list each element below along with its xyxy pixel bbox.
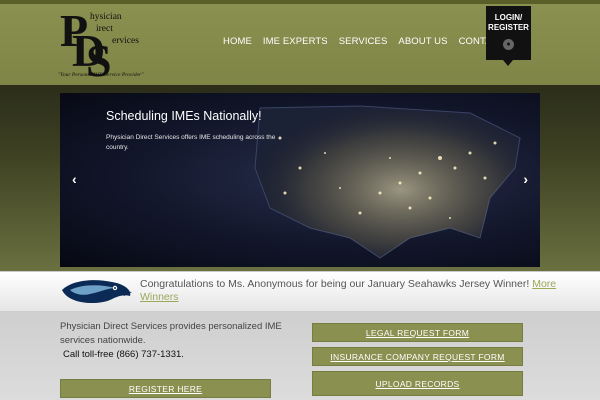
register-label: REGISTER xyxy=(488,23,529,32)
site-header: P D S hysician irect ervices "Your Perso… xyxy=(0,0,600,85)
slide-title: Scheduling IMEs Nationally! xyxy=(106,109,262,123)
logo-wordmark: hysician irect ervices xyxy=(90,11,139,47)
seahawks-logo-icon xyxy=(62,280,132,303)
nav-services[interactable]: SERVICES xyxy=(339,36,388,47)
congrats-bar: Congratulations to Ms. Anonymous for bei… xyxy=(0,271,600,311)
intro-text-block: Physician Direct Services provides perso… xyxy=(60,320,290,362)
register-here-button[interactable]: REGISTER HERE xyxy=(60,379,271,398)
slide-caption: Scheduling IMEs Nationally! Physician Di… xyxy=(106,108,296,153)
logo-word-direct: irect xyxy=(96,24,113,34)
congrats-message: Congratulations to Ms. Anonymous for bei… xyxy=(140,278,560,304)
logo-word-services: ervices xyxy=(112,36,139,46)
site-logo[interactable]: P D S hysician irect ervices xyxy=(58,8,158,84)
upload-records-button[interactable]: UPLOAD RECORDS xyxy=(312,371,523,396)
nav-about-us[interactable]: ABOUT US xyxy=(398,36,447,47)
legal-request-form-button[interactable]: LEGAL REQUEST FORM xyxy=(312,323,523,342)
phone-number: Call toll-free (866) 737-1331. xyxy=(63,349,184,360)
login-label: LOGIN/ xyxy=(494,13,523,22)
slider-prev-icon[interactable]: ‹ xyxy=(72,171,77,187)
intro-text: Physician Direct Services provides perso… xyxy=(60,321,282,346)
nav-home[interactable]: HOME xyxy=(223,36,252,47)
hero-slider: Scheduling IMEs Nationally! Physician Di… xyxy=(60,93,540,267)
login-register-button[interactable]: LOGIN/ REGISTER ● xyxy=(486,6,531,66)
slider-next-icon[interactable]: › xyxy=(523,171,528,187)
insurance-request-form-button[interactable]: INSURANCE COMPANY REQUEST FORM xyxy=(312,347,523,366)
lock-icon: ● xyxy=(503,39,514,50)
slide-body: Physician Direct Services offers IME sch… xyxy=(106,134,276,151)
logo-tagline: "Your Personal IME Service Provider" xyxy=(58,72,144,78)
congrats-text: Congratulations to Ms. Anonymous for bei… xyxy=(140,278,530,290)
logo-word-physician: hysician xyxy=(90,12,122,22)
nav-ime-experts[interactable]: IME EXPERTS xyxy=(263,36,328,47)
